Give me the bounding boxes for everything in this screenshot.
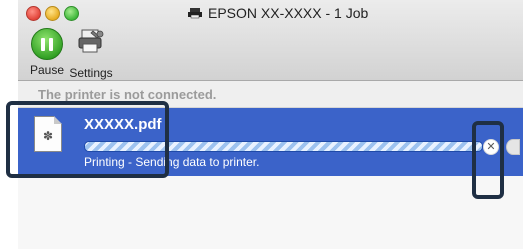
pause-button[interactable]: Pause	[22, 28, 72, 77]
title-bar: EPSON XX-XXXX - 1 Job Pause Settings	[18, 0, 523, 81]
window-title-text: EPSON XX-XXXX - 1 Job	[208, 5, 369, 21]
job-action-button[interactable]	[506, 139, 520, 155]
printer-settings-icon	[78, 29, 104, 53]
minimize-window-button[interactable]	[45, 6, 60, 21]
settings-label: Settings	[69, 66, 113, 80]
printer-status-message: The printer is not connected.	[38, 87, 217, 102]
pause-label: Pause	[29, 63, 65, 77]
printer-icon	[188, 8, 202, 19]
job-item-callout	[6, 101, 169, 178]
job-list-empty-area	[18, 176, 523, 249]
cancel-button-callout	[472, 121, 504, 199]
window-title: EPSON XX-XXXX - 1 Job	[188, 4, 368, 22]
settings-button[interactable]: Settings	[66, 28, 116, 80]
zoom-window-button[interactable]	[64, 6, 79, 21]
pause-icon	[31, 28, 63, 60]
close-window-button[interactable]	[26, 6, 41, 21]
